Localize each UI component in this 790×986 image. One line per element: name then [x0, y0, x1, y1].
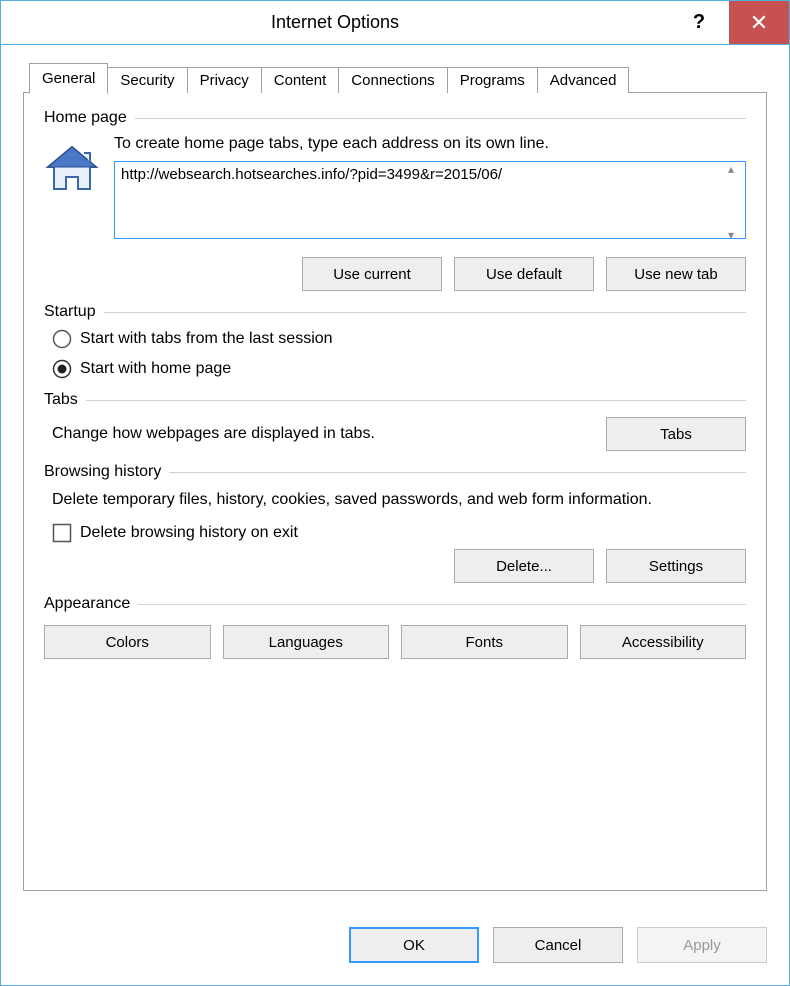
- scroll-down-icon[interactable]: ▾: [728, 229, 744, 241]
- radio-label: Start with home page: [80, 360, 231, 378]
- tab-content[interactable]: Content: [261, 67, 340, 93]
- tab-security[interactable]: Security: [107, 67, 187, 93]
- close-button[interactable]: ✕: [729, 1, 789, 44]
- group-label-homepage: Home page: [44, 109, 127, 127]
- group-startup: Startup Start with tabs from the last se…: [44, 303, 746, 379]
- dialog-footer: OK Cancel Apply: [1, 909, 789, 985]
- titlebar: Internet Options ? ✕: [1, 1, 789, 45]
- radio-checked-icon: [52, 359, 72, 379]
- radio-unchecked-icon: [52, 329, 72, 349]
- radio-start-last-session[interactable]: Start with tabs from the last session: [52, 329, 746, 349]
- window-controls: ? ✕: [669, 1, 789, 44]
- delete-on-exit-checkbox[interactable]: Delete browsing history on exit: [52, 523, 746, 543]
- use-current-button[interactable]: Use current: [302, 257, 442, 291]
- group-label-history: Browsing history: [44, 463, 161, 481]
- scrollbar[interactable]: ▴ ▾: [728, 163, 744, 241]
- group-label-appearance: Appearance: [44, 595, 130, 613]
- divider: [169, 472, 746, 473]
- radio-label: Start with tabs from the last session: [80, 330, 333, 348]
- apply-button[interactable]: Apply: [637, 927, 767, 963]
- tabs-button[interactable]: Tabs: [606, 417, 746, 451]
- homepage-url-input[interactable]: [114, 161, 746, 239]
- divider: [135, 118, 746, 119]
- accessibility-button[interactable]: Accessibility: [580, 625, 747, 659]
- group-homepage: Home page To create home page tabs, type…: [44, 109, 746, 291]
- tab-connections[interactable]: Connections: [338, 67, 447, 93]
- tab-privacy[interactable]: Privacy: [187, 67, 262, 93]
- cancel-button[interactable]: Cancel: [493, 927, 623, 963]
- group-label-tabs: Tabs: [44, 391, 78, 409]
- radio-start-home-page[interactable]: Start with home page: [52, 359, 746, 379]
- tab-advanced[interactable]: Advanced: [537, 67, 630, 93]
- window-title: Internet Options: [1, 12, 669, 33]
- internet-options-dialog: Internet Options ? ✕ General Security Pr…: [0, 0, 790, 986]
- checkbox-label: Delete browsing history on exit: [80, 524, 298, 542]
- colors-button[interactable]: Colors: [44, 625, 211, 659]
- divider: [86, 400, 746, 401]
- ok-button[interactable]: OK: [349, 927, 479, 963]
- homepage-description: To create home page tabs, type each addr…: [114, 135, 746, 153]
- tab-programs[interactable]: Programs: [447, 67, 538, 93]
- languages-button[interactable]: Languages: [223, 625, 390, 659]
- history-description: Delete temporary files, history, cookies…: [44, 489, 746, 511]
- tabs-description: Change how webpages are displayed in tab…: [52, 425, 590, 443]
- tab-panel-general: Home page To create home page tabs, type…: [23, 92, 767, 891]
- history-settings-button[interactable]: Settings: [606, 549, 746, 583]
- group-label-startup: Startup: [44, 303, 96, 321]
- use-default-button[interactable]: Use default: [454, 257, 594, 291]
- group-tabs: Tabs Change how webpages are displayed i…: [44, 391, 746, 451]
- tab-general[interactable]: General: [29, 63, 108, 94]
- fonts-button[interactable]: Fonts: [401, 625, 568, 659]
- group-browsing-history: Browsing history Delete temporary files,…: [44, 463, 746, 583]
- divider: [104, 312, 746, 313]
- tab-strip: General Security Privacy Content Connect…: [29, 63, 767, 93]
- divider: [138, 604, 746, 605]
- checkbox-unchecked-icon: [52, 523, 72, 543]
- delete-button[interactable]: Delete...: [454, 549, 594, 583]
- home-icon: [44, 141, 100, 197]
- group-appearance: Appearance Colors Languages Fonts Access…: [44, 595, 746, 663]
- help-button[interactable]: ?: [669, 1, 729, 44]
- dialog-body: General Security Privacy Content Connect…: [1, 45, 789, 909]
- use-new-tab-button[interactable]: Use new tab: [606, 257, 746, 291]
- scroll-up-icon[interactable]: ▴: [728, 163, 744, 175]
